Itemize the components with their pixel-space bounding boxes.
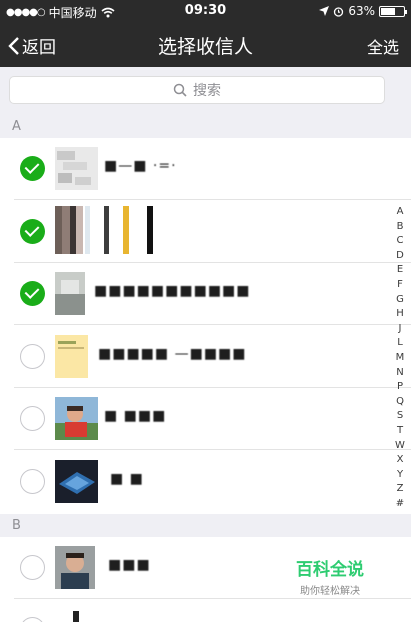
checked-icon[interactable] [20,156,45,181]
search-input[interactable]: 搜索 [9,76,385,104]
contact-name: ■■■■■ —■■■■ [98,346,247,362]
checked-icon[interactable] [20,219,45,244]
index-letter-f[interactable]: F [397,278,403,293]
battery-percent: 63% [348,4,375,18]
watermark-title: 百科全说 [296,560,364,580]
index-letter-n[interactable]: N [396,366,403,381]
index-letter-d[interactable]: D [396,249,404,264]
index-letter-j[interactable]: J [399,322,402,337]
avatar [55,272,85,315]
index-letter-x[interactable]: X [397,453,404,468]
index-letter-q[interactable]: Q [396,395,404,410]
index-letter-h[interactable]: H [396,307,404,322]
contact-row[interactable]: ■■■■■■■■■■■ [0,263,411,325]
contact-row[interactable]: ■■■■■ —■■■■ [0,325,411,388]
search-placeholder: 搜索 [193,83,221,99]
unchecked-icon[interactable] [20,469,45,494]
battery-icon [379,5,407,17]
status-bar: ●●●●○ 中国移动 09:30 63% [0,0,411,22]
contact-row[interactable] [0,599,411,622]
avatar [55,546,95,589]
avatar [55,335,88,378]
watermark-logo: 百科全说 助你轻松解决 [296,555,364,597]
unchecked-icon[interactable] [20,555,45,580]
contact-row[interactable]: ■—■ ·=· [0,138,411,200]
contact-row[interactable]: ■ ■ [0,450,411,514]
avatar [55,460,98,503]
unchecked-icon[interactable] [20,406,45,431]
index-letter-c[interactable]: C [397,234,404,249]
index-letter-w[interactable]: W [395,439,405,454]
location-arrow-icon [319,6,330,16]
navigation-bar: 返回 选择收信人 全选 [0,22,411,67]
watermark-subtitle: 助你轻松解决 [300,586,360,597]
index-letter-b[interactable]: B [397,220,404,235]
contact-row[interactable] [0,200,411,263]
contact-name: ■—■ ·=· [104,158,177,174]
alarm-icon [334,6,344,17]
index-letter-p[interactable]: P [397,380,403,395]
avatar [55,609,98,622]
battery-fill [381,7,395,15]
checked-icon[interactable] [20,281,45,306]
contact-name: ■■■ [108,557,151,573]
index-letter-hash[interactable]: # [396,497,404,512]
index-letter-l[interactable]: L [397,336,403,351]
index-letter-a[interactable]: A [397,205,404,220]
page-title: 选择收信人 [157,36,253,58]
contact-row[interactable]: ■ ■■■ [0,388,411,450]
index-letter-z[interactable]: Z [397,482,404,497]
avatar [55,397,98,440]
contact-name: ■ ■ [110,471,144,487]
avatar [55,147,98,190]
index-letter-s[interactable]: S [397,409,403,424]
contact-name: ■■■■■■■■■■■ [94,283,251,299]
section-header-a: A [0,115,411,138]
index-letter-y[interactable]: Y [397,468,403,483]
select-all-button[interactable]: 全选 [367,34,399,58]
status-right: 63% [319,4,407,18]
unchecked-icon[interactable] [20,617,45,622]
section-header-b: B [0,514,411,537]
index-letter-g[interactable]: G [396,293,404,308]
index-letter-e[interactable]: E [397,263,403,278]
unchecked-icon[interactable] [20,344,45,369]
contact-name: ■ ■■■ [104,408,167,424]
search-icon [173,83,187,97]
search-area: 搜索 [0,67,411,115]
index-letter-t[interactable]: T [397,424,403,439]
avatar [55,206,155,254]
index-letter-m[interactable]: M [396,351,405,366]
alphabet-index[interactable]: A B C D E F G H J L M N P Q S T W X Y Z # [393,205,407,511]
